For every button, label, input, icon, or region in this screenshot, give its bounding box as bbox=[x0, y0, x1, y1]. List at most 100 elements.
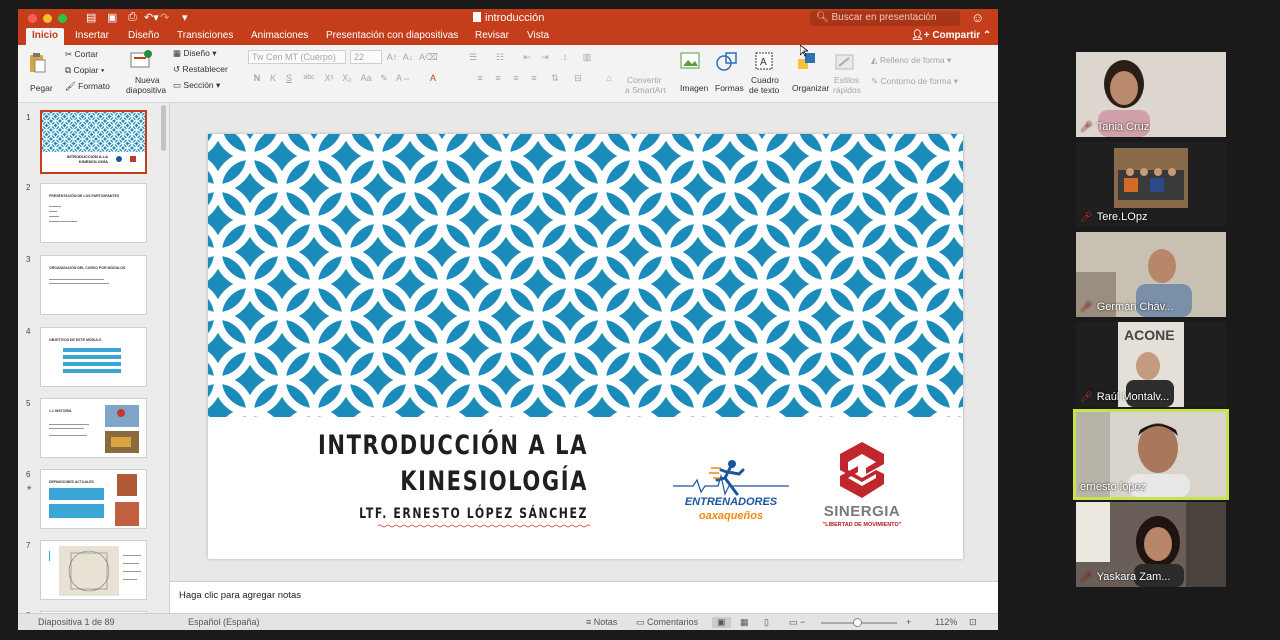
textbox-label-2[interactable]: de texto bbox=[749, 85, 779, 95]
close-window-button[interactable] bbox=[28, 14, 37, 23]
image-label[interactable]: Imagen bbox=[680, 83, 708, 93]
current-slide[interactable]: INTRODUCCIÓN A LA KINESIOLOGÍA LTF. ERNE… bbox=[208, 134, 963, 559]
undo-icon[interactable]: ↶▾ bbox=[144, 11, 159, 24]
tab-inicio[interactable]: Inicio bbox=[26, 28, 65, 45]
clear-format-icon[interactable]: A⌫ bbox=[419, 50, 438, 64]
tab-insertar[interactable]: Insertar bbox=[75, 30, 109, 41]
format-painter-button[interactable]: 🖌︎ Formato bbox=[65, 81, 110, 92]
zoom-in-icon[interactable]: + bbox=[906, 617, 911, 627]
zoom-out-icon[interactable]: − bbox=[800, 617, 805, 627]
new-slide-label-2[interactable]: diapositiva bbox=[126, 85, 166, 95]
textbox-icon[interactable]: A bbox=[754, 51, 774, 71]
slide-thumbnail-5[interactable]: 1.1 HISTORIA bbox=[40, 398, 147, 458]
comments-toggle-button[interactable]: ▭ Comentarios bbox=[636, 617, 698, 628]
tab-vista[interactable]: Vista bbox=[527, 30, 549, 41]
fit-to-window-icon[interactable]: ⊡ bbox=[969, 617, 977, 628]
numbering-icon[interactable]: ☷ bbox=[493, 50, 507, 64]
reset-button[interactable]: ↺ Restablecer bbox=[173, 64, 228, 75]
paste-label[interactable]: Pegar bbox=[30, 83, 53, 93]
normal-view-icon[interactable]: ▣ bbox=[712, 617, 731, 628]
participant-tile-1[interactable]: 🎤︎ Tania Cruz bbox=[1076, 52, 1226, 137]
participant-tile-3[interactable]: 🎤︎ Germán Cháv... bbox=[1076, 232, 1226, 317]
notes-pane[interactable]: Haga clic para agregar notas bbox=[170, 581, 998, 613]
sidebar-toggle-icon[interactable]: ▤ bbox=[86, 11, 96, 24]
grow-font-icon[interactable]: A↑ bbox=[385, 50, 399, 64]
font-size-select[interactable]: 22 bbox=[350, 50, 382, 64]
increase-indent-icon[interactable]: ⇥ bbox=[538, 50, 552, 64]
customize-toolbar-icon[interactable]: ▾ bbox=[182, 11, 188, 24]
slide-thumbnail-1[interactable]: INTRODUCCIÓN A LA KINESIOLOGÍA bbox=[40, 110, 147, 174]
new-slide-label-1[interactable]: Nueva bbox=[135, 75, 160, 85]
slide-thumbnail-4[interactable]: OBJETIVOS DE ESTE MÓDULO bbox=[40, 327, 147, 387]
columns-icon[interactable]: ▥ bbox=[580, 50, 594, 64]
slide-title-line-1[interactable]: INTRODUCCIÓN A LA bbox=[292, 430, 588, 461]
subscript-icon[interactable]: X₂ bbox=[340, 71, 354, 85]
justify-icon[interactable]: ≡ bbox=[527, 71, 541, 85]
image-icon[interactable] bbox=[680, 52, 700, 70]
italic-icon[interactable]: K bbox=[266, 71, 280, 85]
paste-icon[interactable] bbox=[28, 53, 46, 73]
quick-styles-label-1[interactable]: Estilos bbox=[834, 75, 859, 85]
thumbnail-scrollbar[interactable] bbox=[161, 105, 166, 151]
shrink-font-icon[interactable]: A↓ bbox=[401, 50, 415, 64]
text-direction-icon[interactable]: ⇅ bbox=[548, 71, 562, 85]
textbox-label-1[interactable]: Cuadro bbox=[751, 75, 779, 85]
shapes-label[interactable]: Formas bbox=[715, 83, 744, 93]
char-spacing-icon[interactable]: A⇔ bbox=[396, 71, 411, 85]
cut-button[interactable]: ✂ Cortar bbox=[65, 49, 98, 60]
text-effects-icon[interactable]: Aa bbox=[359, 71, 373, 85]
minimize-window-button[interactable] bbox=[43, 14, 52, 23]
decrease-indent-icon[interactable]: ⇤ bbox=[520, 50, 534, 64]
slide-thumbnail-6[interactable]: DEFINICIONES ACTUALES bbox=[40, 469, 147, 529]
zoom-slider-thumb[interactable] bbox=[853, 618, 862, 627]
highlight-icon[interactable]: ✎ bbox=[377, 71, 391, 85]
printer-icon[interactable]: ⎙ bbox=[128, 11, 137, 24]
slide-thumbnail-7[interactable] bbox=[40, 540, 147, 600]
shape-fill-button[interactable]: ◭ Relleno de forma ▾ bbox=[871, 55, 951, 66]
tab-diseno[interactable]: Diseño bbox=[128, 30, 159, 41]
language-indicator[interactable]: Español (España) bbox=[188, 617, 260, 627]
copy-button[interactable]: ⧉ Copiar ▾ bbox=[65, 65, 104, 76]
slideshow-view-icon[interactable]: ▭ bbox=[789, 617, 798, 628]
new-slide-icon[interactable] bbox=[130, 50, 152, 70]
slide-title-line-2[interactable]: KINESIOLOGÍA bbox=[292, 466, 588, 497]
zoom-level[interactable]: 112% bbox=[935, 617, 957, 627]
underline-icon[interactable]: S bbox=[282, 71, 296, 85]
strikethrough-icon[interactable]: abc bbox=[302, 71, 316, 85]
shapes-icon[interactable] bbox=[716, 51, 738, 71]
reading-view-icon[interactable]: ▯ bbox=[764, 617, 769, 628]
slide-thumbnail-3[interactable]: ORGANIZACIÓN DEL CURSO POR MÓDULOS bbox=[40, 255, 147, 315]
font-family-select[interactable]: Tw Cen MT (Cuerpo) bbox=[248, 50, 346, 64]
convert-smartart-label-1[interactable]: Convertir bbox=[627, 75, 661, 85]
align-right-icon[interactable]: ≡ bbox=[509, 71, 523, 85]
tab-presentacion[interactable]: Presentación con diapositivas bbox=[326, 30, 458, 41]
notes-toggle-button[interactable]: ≡ Notas bbox=[586, 617, 617, 627]
slide-thumbnail-2[interactable]: PRESENTACIÓN DE LOS PARTICIPANTES bbox=[40, 183, 147, 243]
align-left-icon[interactable]: ≡ bbox=[473, 71, 487, 85]
redo-icon[interactable]: ↷ bbox=[160, 11, 169, 24]
slide-sorter-view-icon[interactable]: ▦ bbox=[740, 617, 749, 628]
quick-styles-label-2[interactable]: rápidos bbox=[833, 85, 861, 95]
quick-styles-icon[interactable] bbox=[835, 53, 855, 71]
participant-tile-6[interactable]: 🎤︎ Yaskara Zam... bbox=[1076, 502, 1226, 587]
align-text-icon[interactable]: ⊟ bbox=[571, 71, 585, 85]
convert-smartart-label-2[interactable]: a SmartArt bbox=[625, 85, 666, 95]
font-color-icon[interactable]: A bbox=[426, 71, 440, 85]
bold-icon[interactable]: N bbox=[250, 71, 264, 85]
slide-subtitle[interactable]: LTF. ERNESTO LÓPEZ SÁNCHEZ bbox=[292, 506, 588, 522]
tab-animaciones[interactable]: Animaciones bbox=[251, 30, 308, 41]
maximize-window-button[interactable] bbox=[58, 14, 67, 23]
smartart-icon[interactable]: ⌂ bbox=[602, 71, 616, 85]
share-button[interactable]: 👤︎+ Compartir ⌃ bbox=[911, 30, 991, 41]
participant-tile-4[interactable]: ACONE 🎤︎ Raúl Montalv... bbox=[1076, 322, 1226, 407]
feedback-smiley-icon[interactable]: ☺ bbox=[971, 10, 984, 25]
section-button[interactable]: ▭ Sección ▾ bbox=[173, 80, 220, 91]
arrange-label[interactable]: Organizar bbox=[792, 83, 829, 93]
shape-outline-button[interactable]: ✎ Contorno de forma ▾ bbox=[871, 76, 958, 87]
save-icon[interactable]: ▣ bbox=[107, 11, 117, 24]
search-input[interactable]: 🔍︎ Buscar en presentación bbox=[810, 11, 960, 26]
tab-transiciones[interactable]: Transiciones bbox=[177, 30, 233, 41]
tab-revisar[interactable]: Revisar bbox=[475, 30, 509, 41]
superscript-icon[interactable]: X² bbox=[322, 71, 336, 85]
line-spacing-icon[interactable]: ↕ bbox=[558, 50, 572, 64]
